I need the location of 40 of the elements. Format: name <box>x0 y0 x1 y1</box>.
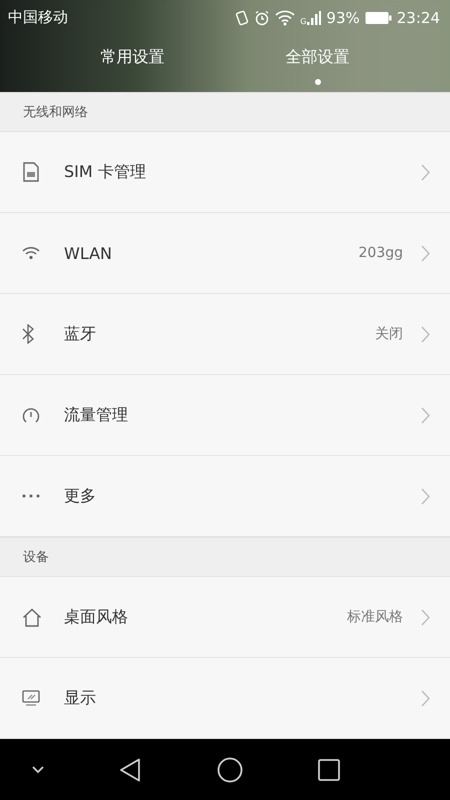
chevron-icon <box>421 406 430 424</box>
home-icon <box>22 608 42 626</box>
battery-percent: 93% <box>326 8 360 26</box>
display-icon <box>22 690 40 706</box>
battery-icon <box>364 10 392 24</box>
selected-tab-dot <box>314 79 320 85</box>
network-type-label: G <box>300 16 306 26</box>
chevron-icon <box>421 326 430 342</box>
gauge-icon <box>22 407 40 423</box>
chevron-icon <box>421 690 430 706</box>
clock-time: 23:24 <box>396 8 440 26</box>
chevron-icon <box>421 488 430 504</box>
back-icon[interactable] <box>119 758 142 782</box>
tab[interactable]: 常用设置 <box>90 35 174 92</box>
wifi-icon <box>275 10 296 26</box>
sim-card-icon <box>22 162 40 182</box>
signal-icon <box>307 10 322 26</box>
home-button-icon[interactable] <box>216 756 243 782</box>
item-label: 更多 <box>64 486 97 506</box>
chevron-icon <box>421 164 430 180</box>
item-label: 流量管理 <box>64 404 129 426</box>
item-value: 标准风格 <box>347 608 403 626</box>
chevron-icon <box>421 244 430 262</box>
bluetooth-icon <box>22 324 34 344</box>
collapse-icon[interactable] <box>32 766 44 774</box>
section-header: 设备 <box>0 537 450 577</box>
item-label: 桌面风格 <box>64 606 129 628</box>
wifi-icon <box>22 246 40 260</box>
item-value: 关闭 <box>375 325 403 343</box>
item-label: WLAN <box>64 244 114 262</box>
recents-icon[interactable] <box>318 758 340 780</box>
item-label: 蓝牙 <box>64 324 97 344</box>
carrier-name: 中国移动 <box>8 8 68 27</box>
alarm-icon <box>254 10 270 26</box>
chevron-icon <box>421 608 430 626</box>
more-icon <box>22 494 40 498</box>
item-label: SIM 卡管理 <box>64 162 147 182</box>
item-value: 203gg <box>358 245 403 261</box>
item-label: 显示 <box>64 688 97 708</box>
section-header: 无线和网络 <box>0 92 450 132</box>
